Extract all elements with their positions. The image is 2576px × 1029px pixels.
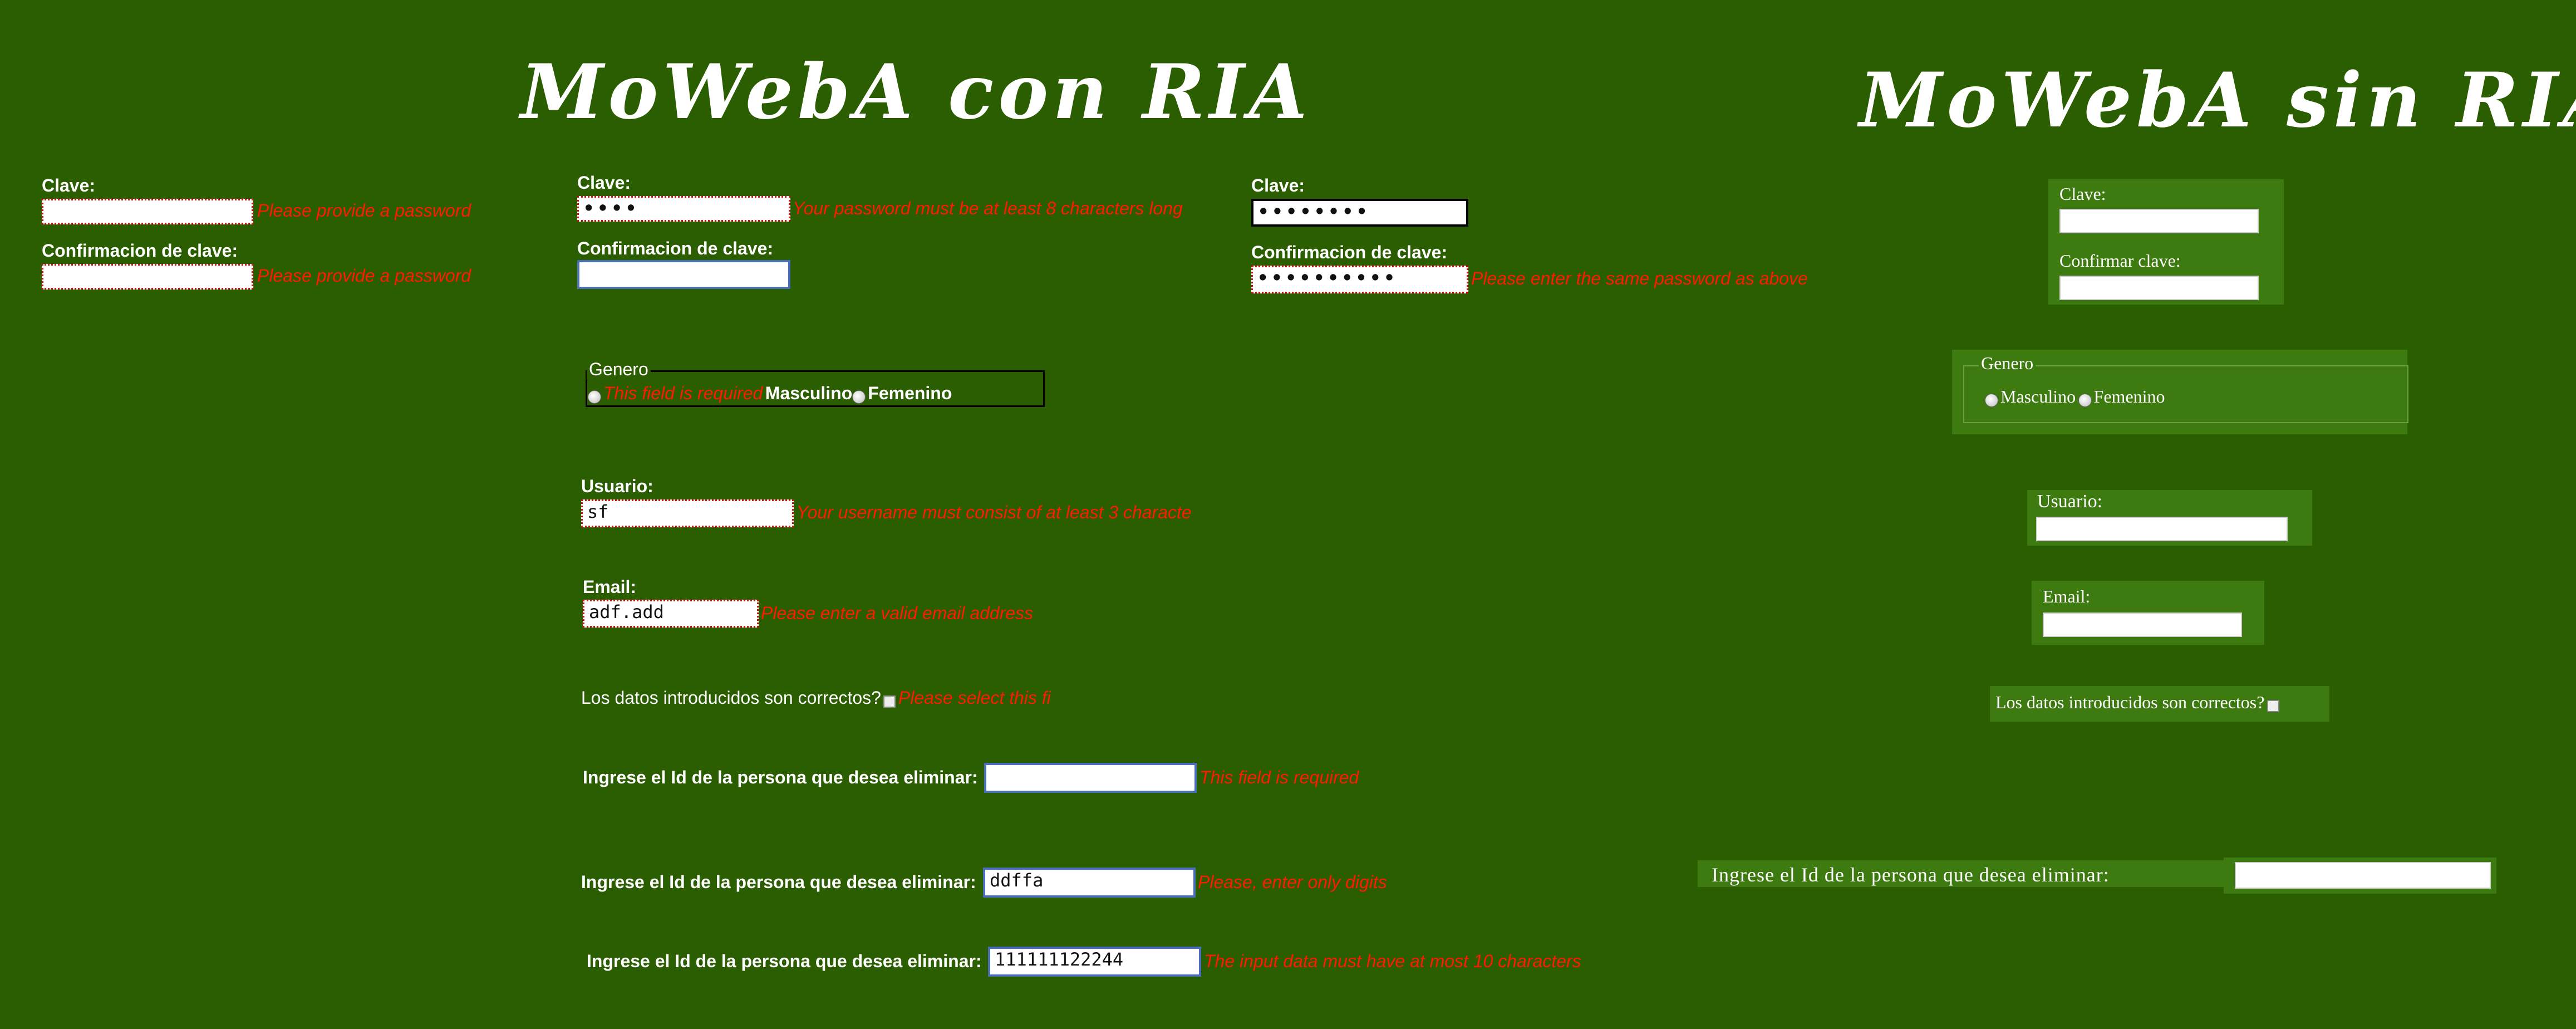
sin-genero-legend: Genero: [1979, 353, 2036, 374]
col2-confirm-input[interactable]: [577, 260, 790, 289]
sin-clave-label: Clave:: [2059, 184, 2106, 204]
sin-datos-row: Los datos introducidos son correctos?: [1995, 692, 2279, 713]
col2-datos-error: Please select this fi: [898, 688, 1051, 708]
col2-genero-legend: Genero: [587, 359, 651, 380]
sin-id-label: Ingrese el Id de la persona que desea el…: [1712, 864, 2110, 886]
col2-femenino-radio[interactable]: [852, 390, 866, 404]
col1-confirm-error: Please provide a password: [257, 266, 471, 286]
col2-id2-input[interactable]: ddffa: [983, 868, 1196, 898]
col2-id1-label: Ingrese el Id de la persona que desea el…: [583, 767, 978, 787]
col2-id3-label: Ingrese el Id de la persona que desea el…: [587, 951, 982, 971]
title-sin-ria: MoWebA sin RIA: [1859, 56, 2576, 144]
col1-confirm-input[interactable]: [42, 264, 253, 290]
col2-datos-label: Los datos introducidos son correctos?: [581, 688, 881, 708]
col2-femenino-label: Femenino: [868, 383, 952, 403]
col1-clave-input[interactable]: [42, 199, 253, 224]
sin-email-input[interactable]: [2043, 612, 2242, 637]
col2-genero-row: This field is required Masculino Femenino: [588, 383, 952, 404]
title-con-ria: MoWebA con RIA: [520, 47, 1312, 136]
col2-genero-error: This field is required: [603, 383, 763, 403]
sin-femenino-label: Femenino: [2093, 386, 2165, 406]
col1-clave-error: Please provide a password: [257, 200, 471, 220]
col2-id3-error: The input data must have at most 10 char…: [1204, 951, 1581, 971]
sin-clave-input[interactable]: [2059, 209, 2259, 233]
col2-masculino-label: Masculino: [765, 383, 853, 403]
col2-email-input[interactable]: adf.add: [583, 600, 759, 628]
sin-femenino-radio[interactable]: [2078, 393, 2092, 407]
col3-confirm-input[interactable]: ••••••••••: [1251, 266, 1468, 293]
col1-clave-label: Clave:: [42, 175, 96, 195]
col2-clave-error: Your password must be at least 8 charact…: [793, 198, 1183, 218]
col2-id2-label: Ingrese el Id de la persona que desea el…: [581, 872, 976, 892]
sin-email-label: Email:: [2043, 586, 2091, 606]
col2-datos-checkbox[interactable]: [883, 695, 896, 708]
col3-confirm-label: Confirmacion de clave:: [1251, 242, 1448, 262]
sin-confirmar-label: Confirmar clave:: [2059, 251, 2181, 271]
col3-confirm-error: Please enter the same password as above: [1471, 268, 1808, 288]
sin-masculino-label: Masculino: [2000, 386, 2076, 406]
sin-genero-row: Masculino Femenino: [1985, 386, 2165, 407]
col2-id2-error: Please, enter only digits: [1198, 872, 1387, 892]
sin-usuario-label: Usuario:: [2037, 491, 2103, 512]
col2-email-label: Email:: [583, 577, 637, 597]
col2-usuario-label: Usuario:: [581, 476, 653, 496]
col3-clave-input[interactable]: ••••••••: [1251, 199, 1468, 227]
col2-email-error: Please enter a valid email address: [761, 603, 1034, 623]
col2-clave-label: Clave:: [577, 173, 631, 193]
col2-id1-error: This field is required: [1199, 767, 1359, 787]
col2-datos-row: Los datos introducidos son correctos? Pl…: [581, 688, 1051, 708]
col2-usuario-error: Your username must consist of at least 3…: [797, 502, 1192, 522]
sin-usuario-input[interactable]: [2036, 517, 2288, 541]
col2-genero-radio-error[interactable]: [588, 390, 601, 404]
sin-datos-checkbox[interactable]: [2267, 699, 2279, 712]
col3-clave-label: Clave:: [1251, 175, 1305, 195]
sin-confirmar-input[interactable]: [2059, 276, 2259, 300]
sin-masculino-radio[interactable]: [1985, 393, 1998, 407]
col1-confirm-label: Confirmacion de clave:: [42, 241, 238, 261]
sin-id-input[interactable]: [2235, 862, 2491, 889]
col2-confirm-label: Confirmacion de clave:: [577, 238, 774, 258]
sin-datos-label: Los datos introducidos son correctos?: [1995, 692, 2265, 712]
col2-id3-input[interactable]: 111111122244: [988, 947, 1201, 977]
col2-usuario-input[interactable]: sf: [581, 499, 794, 527]
col2-id1-input[interactable]: [984, 763, 1197, 793]
col2-clave-input[interactable]: ••••: [577, 196, 790, 222]
